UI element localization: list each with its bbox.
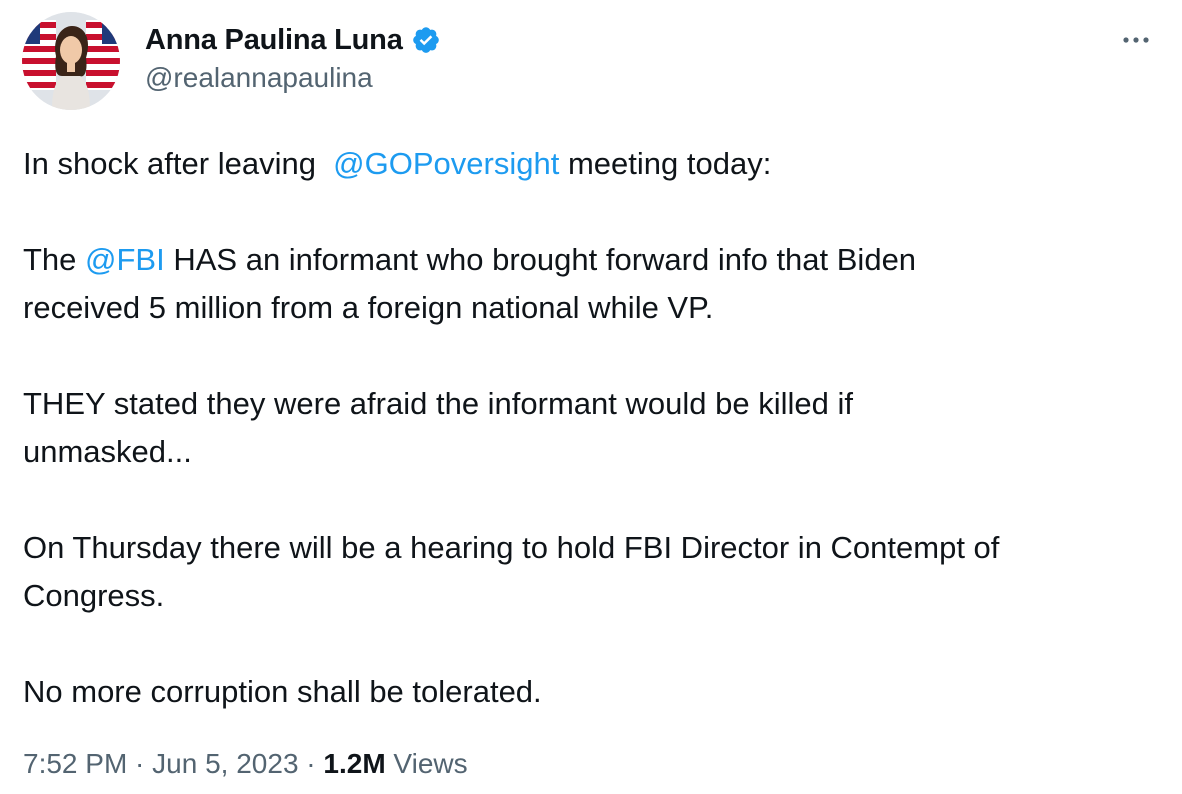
more-horizontal-icon[interactable] bbox=[1118, 30, 1154, 50]
tweet-line: No more corruption shall be tolerated. bbox=[23, 674, 542, 709]
separator: · bbox=[127, 748, 153, 779]
tweet-timestamp[interactable]: 7:52 PM bbox=[23, 748, 127, 780]
flag-left bbox=[22, 20, 56, 90]
tweet-text: In shock after leaving @GOPoversight mee… bbox=[23, 140, 1153, 716]
text-span: The bbox=[23, 242, 86, 277]
text-span: In shock after leaving bbox=[23, 146, 334, 181]
tweet-line: THEY stated they were afraid the informa… bbox=[23, 386, 853, 421]
author-display-name[interactable]: Anna Paulina Luna bbox=[145, 24, 403, 57]
tweet-metadata: 7:52 PM · Jun 5, 2023 · 1.2M Views bbox=[23, 748, 468, 780]
mention-link-fbi[interactable]: @FBI bbox=[85, 242, 165, 277]
tweet-card: Anna Paulina Luna @realannapaulina In sh… bbox=[0, 0, 1182, 794]
tweet-line: unmasked... bbox=[23, 434, 192, 469]
tweet-line: received 5 million from a foreign nation… bbox=[23, 290, 714, 325]
author-handle[interactable]: @realannapaulina bbox=[145, 62, 373, 94]
views-count: 1.2M bbox=[323, 748, 386, 779]
text-span: HAS an informant who brought forward inf… bbox=[164, 242, 917, 277]
text-span: meeting today: bbox=[559, 146, 772, 181]
tweet-line: On Thursday there will be a hearing to h… bbox=[23, 530, 1000, 565]
avatar[interactable] bbox=[22, 12, 120, 110]
views-label: Views bbox=[385, 748, 468, 779]
flag-right bbox=[86, 20, 120, 90]
author-name-row: Anna Paulina Luna bbox=[145, 20, 441, 60]
verified-badge-icon[interactable] bbox=[411, 25, 441, 55]
mention-link-gopoversight[interactable]: @GOPoversight bbox=[333, 146, 559, 181]
separator: · bbox=[298, 748, 324, 779]
person-figure bbox=[52, 26, 90, 110]
tweet-line: Congress. bbox=[23, 578, 165, 613]
tweet-line: In shock after leaving @GOPoversight mee… bbox=[23, 140, 1153, 188]
tweet-line: The @FBI HAS an informant who brought fo… bbox=[23, 236, 1153, 284]
tweet-date[interactable]: Jun 5, 2023 bbox=[152, 748, 298, 780]
